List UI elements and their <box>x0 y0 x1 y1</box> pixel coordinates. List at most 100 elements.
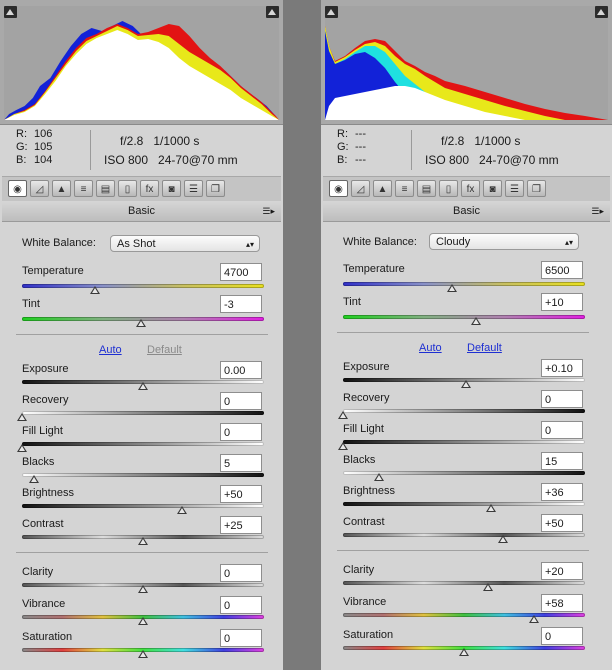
lens-corrections-icon[interactable]: ▯ <box>118 180 137 197</box>
recovery-slider-thumb[interactable] <box>17 413 27 421</box>
tone-curve-icon[interactable]: ◿ <box>351 180 370 197</box>
recovery-slider-track[interactable] <box>22 411 264 415</box>
temperature-slider-thumb[interactable] <box>89 286 100 294</box>
exposure-input[interactable]: +0.10 <box>541 359 583 377</box>
blacks-input[interactable]: 5 <box>220 454 262 472</box>
recovery-slider-thumb[interactable] <box>338 411 348 419</box>
temperature-slider-track[interactable] <box>22 284 264 288</box>
saturation-slider-thumb[interactable] <box>138 650 148 658</box>
white-balance-value: As Shot <box>117 238 156 250</box>
shadow-clipping-icon[interactable] <box>4 6 17 18</box>
tint-input[interactable]: +10 <box>541 293 583 311</box>
presets-icon[interactable]: ☰ <box>184 180 203 197</box>
contrast-slider-thumb[interactable] <box>497 535 508 543</box>
clarity-slider-thumb[interactable] <box>483 583 494 591</box>
vibrance-slider-thumb[interactable] <box>529 615 540 623</box>
contrast-slider-track[interactable] <box>343 533 585 537</box>
exposure-slider-thumb[interactable] <box>138 382 148 390</box>
r-value: --- <box>355 128 366 140</box>
blacks-slider-track[interactable] <box>22 473 264 477</box>
default-link[interactable]: Default <box>147 344 182 356</box>
vibrance-slider-thumb[interactable] <box>138 617 148 625</box>
temperature-slider-track[interactable] <box>343 282 585 286</box>
recovery-slider-track[interactable] <box>343 409 585 413</box>
split-toning-icon[interactable]: ▤ <box>96 180 115 197</box>
tint-slider-thumb[interactable] <box>135 319 146 327</box>
saturation-input[interactable]: 0 <box>220 629 262 647</box>
clarity-slider-track[interactable] <box>343 581 585 585</box>
clarity-input[interactable]: +20 <box>541 562 583 580</box>
shadow-clipping-icon[interactable] <box>325 6 338 18</box>
vibrance-input[interactable]: +58 <box>541 594 583 612</box>
contrast-slider-thumb[interactable] <box>138 537 148 545</box>
fill-light-slider-thumb[interactable] <box>338 442 348 450</box>
tint-slider-thumb[interactable] <box>471 317 482 325</box>
detail-icon[interactable]: ▲ <box>52 180 71 197</box>
clarity-slider-thumb[interactable] <box>138 585 148 593</box>
contrast-input[interactable]: +25 <box>220 516 262 534</box>
exposure-label: Exposure <box>343 361 390 373</box>
brightness-input[interactable]: +50 <box>220 485 262 503</box>
select-arrow-icon: ▴▾ <box>564 238 573 247</box>
clarity-input[interactable]: 0 <box>220 564 262 582</box>
highlight-clipping-icon[interactable] <box>595 6 608 18</box>
fill-light-slider-track[interactable] <box>22 442 264 446</box>
effects-icon[interactable]: fx <box>140 180 159 197</box>
basic-icon[interactable]: ◉ <box>8 180 27 197</box>
lens: 24-70@70 mm <box>158 153 238 167</box>
auto-link[interactable]: Auto <box>99 344 122 356</box>
fill-light-slider-thumb[interactable] <box>17 444 27 452</box>
lens-info: ISO 800 24-70@70 mm <box>425 153 559 167</box>
default-link[interactable]: Default <box>467 342 502 354</box>
temperature-input[interactable]: 4700 <box>220 263 262 281</box>
exposure-input[interactable]: 0.00 <box>220 361 262 379</box>
recovery-input[interactable]: 0 <box>541 390 583 408</box>
saturation-slider-thumb[interactable] <box>459 648 469 656</box>
hsl-icon[interactable]: ≡ <box>395 180 414 197</box>
white-balance-select[interactable]: Cloudy ▴▾ <box>429 233 579 250</box>
panel-menu-icon[interactable]: ☰▸ <box>262 201 275 221</box>
image-info: R: --- G: --- B: --- f/2.8 1/1000 s ISO 800… <box>321 124 612 174</box>
exposure-slider-thumb[interactable] <box>461 380 472 388</box>
vibrance-slider-track[interactable] <box>343 613 585 617</box>
basic-controls: White Balance: Cloudy ▴▾ Temperature 6500… <box>321 222 612 670</box>
snapshots-icon[interactable]: ❐ <box>527 180 546 197</box>
fill-light-slider-track[interactable] <box>343 440 585 444</box>
exposure-info: f/2.8 1/1000 s <box>120 134 199 148</box>
basic-icon[interactable]: ◉ <box>329 180 348 197</box>
tone-curve-icon[interactable]: ◿ <box>30 180 49 197</box>
detail-icon[interactable]: ▲ <box>373 180 392 197</box>
recovery-input[interactable]: 0 <box>220 392 262 410</box>
panel-menu-icon[interactable]: ☰▸ <box>591 201 604 221</box>
auto-link[interactable]: Auto <box>419 342 442 354</box>
hsl-icon[interactable]: ≡ <box>74 180 93 197</box>
lens-corrections-icon[interactable]: ▯ <box>439 180 458 197</box>
brightness-slider-track[interactable] <box>22 504 264 508</box>
contrast-input[interactable]: +50 <box>541 514 583 532</box>
brightness-input[interactable]: +36 <box>541 483 583 501</box>
blacks-input[interactable]: 15 <box>541 452 583 470</box>
split-toning-icon[interactable]: ▤ <box>417 180 436 197</box>
vibrance-input[interactable]: 0 <box>220 596 262 614</box>
contrast-label: Contrast <box>22 518 64 530</box>
blacks-slider-thumb[interactable] <box>374 473 385 481</box>
white-balance-select[interactable]: As Shot ▴▾ <box>110 235 260 252</box>
temperature-slider-thumb[interactable] <box>446 284 457 292</box>
brightness-slider-thumb[interactable] <box>485 504 496 512</box>
blacks-label: Blacks <box>22 456 55 468</box>
snapshots-icon[interactable]: ❐ <box>206 180 225 197</box>
fill-light-input[interactable]: 0 <box>541 421 583 439</box>
camera-calibration-icon[interactable]: ◙ <box>483 180 502 197</box>
tint-slider-track[interactable] <box>343 315 585 319</box>
brightness-slider-thumb[interactable] <box>176 506 187 514</box>
saturation-input[interactable]: 0 <box>541 627 583 645</box>
presets-icon[interactable]: ☰ <box>505 180 524 197</box>
blacks-slider-thumb[interactable] <box>29 475 40 483</box>
camera-calibration-icon[interactable]: ◙ <box>162 180 181 197</box>
highlight-clipping-icon[interactable] <box>266 6 279 18</box>
brightness-slider-track[interactable] <box>343 502 585 506</box>
effects-icon[interactable]: fx <box>461 180 480 197</box>
fill-light-input[interactable]: 0 <box>220 423 262 441</box>
tint-input[interactable]: -3 <box>220 295 262 313</box>
temperature-input[interactable]: 6500 <box>541 261 583 279</box>
